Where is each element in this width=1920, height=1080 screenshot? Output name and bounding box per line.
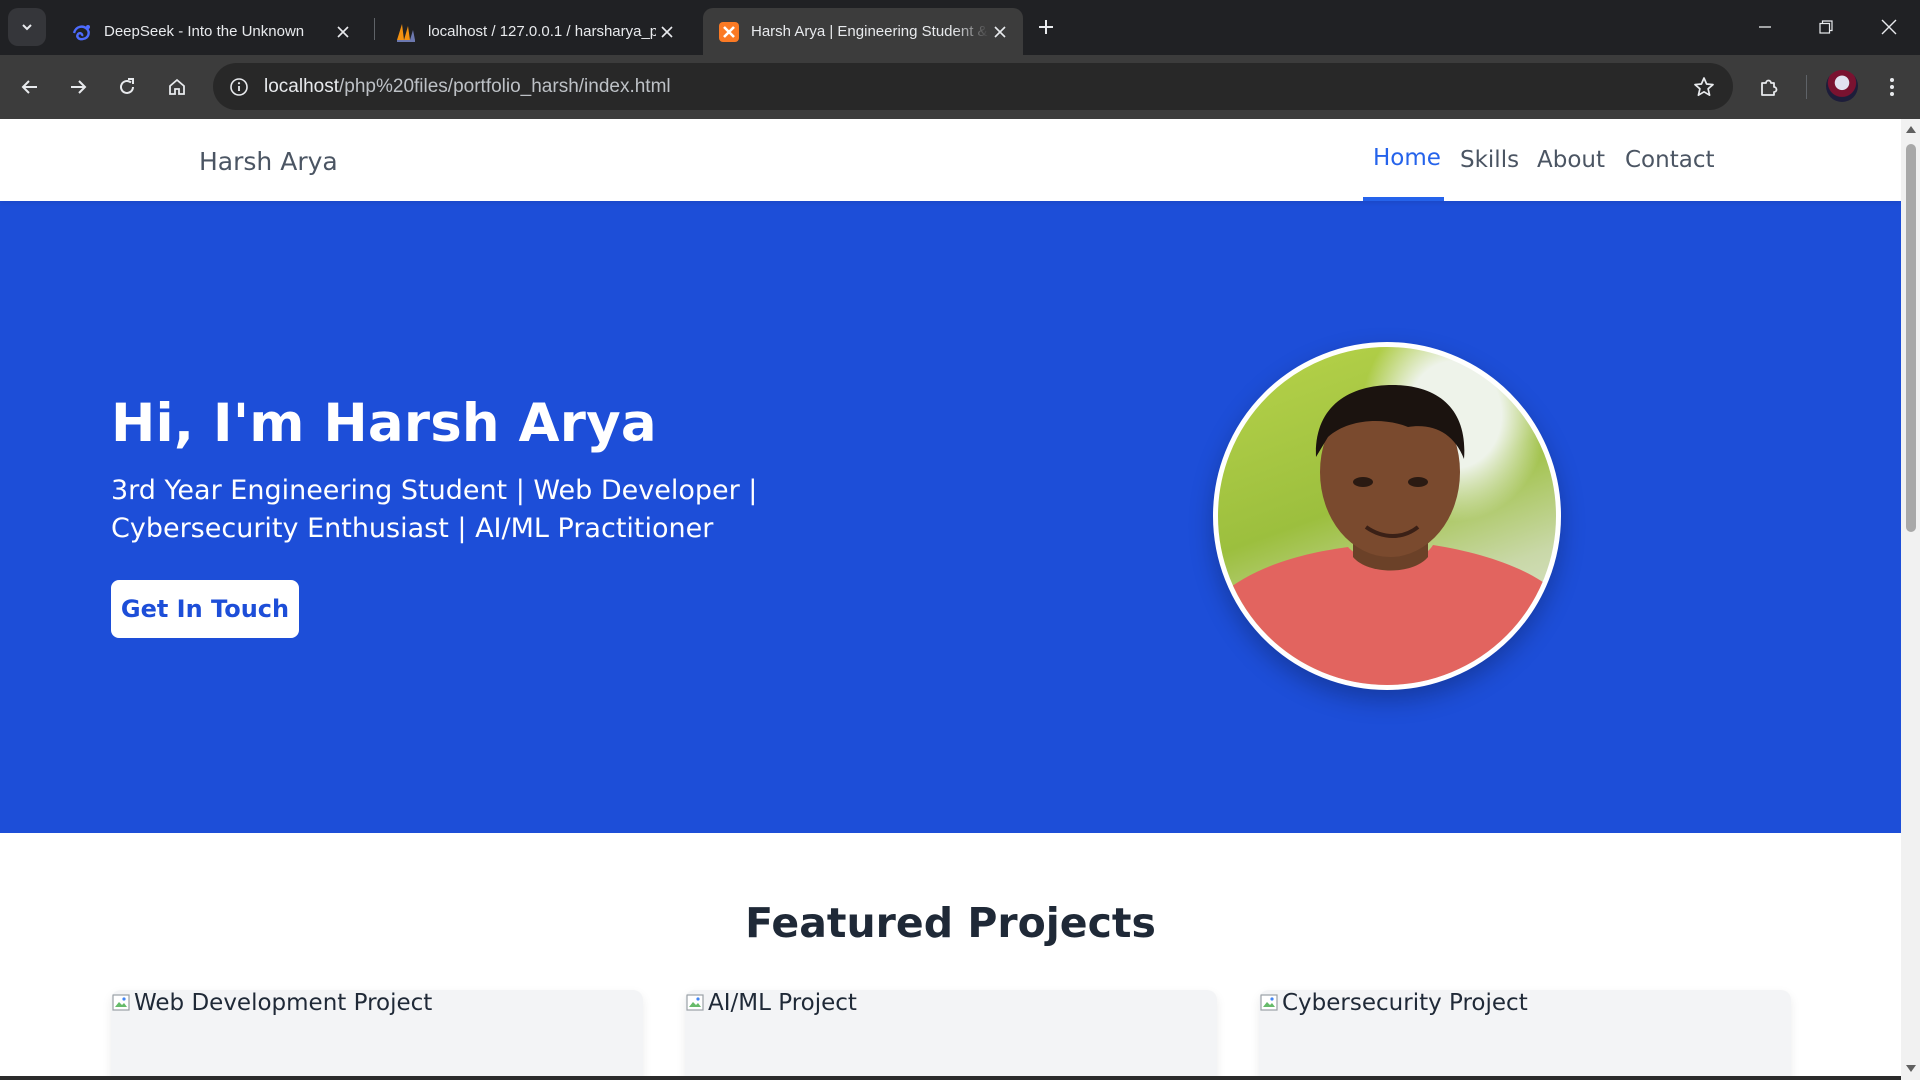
bookmark-star-icon[interactable] (1689, 72, 1719, 102)
close-window-button[interactable] (1869, 8, 1909, 46)
url-text[interactable]: localhost/php%20files/portfolio_harsh/in… (264, 76, 671, 98)
toolbar-divider (1806, 75, 1807, 99)
browser-tab-strip: DeepSeek - Into the Unknown localhost / … (0, 0, 1920, 55)
url-host: localhost (264, 76, 339, 97)
project-image-placeholder: AI/ML Project (685, 990, 857, 1016)
deepseek-whale-icon (71, 21, 93, 43)
extensions-button[interactable] (1749, 67, 1789, 107)
window-bottom-edge (0, 1076, 1901, 1080)
project-image-placeholder: Web Development Project (111, 990, 432, 1016)
broken-image-icon (1260, 994, 1278, 1011)
page-viewport: Harsh Arya Home Skills About Contact Hi,… (0, 119, 1901, 1080)
tab-divider (374, 18, 375, 40)
active-nav-indicator (1363, 197, 1444, 201)
nav-link-about[interactable]: About (1537, 147, 1605, 173)
chevron-down-icon (22, 24, 32, 31)
phpmyadmin-sails-icon (395, 21, 417, 43)
tab-title: DeepSeek - Into the Unknown (104, 23, 305, 40)
browser-toolbar: localhost/php%20files/portfolio_harsh/in… (0, 55, 1920, 119)
hero-section: Hi, I'm Harsh Arya 3rd Year Engineering … (0, 201, 1901, 833)
project-card[interactable]: Web Development Project (111, 990, 643, 1080)
broken-image-icon (112, 994, 130, 1011)
hero-heading: Hi, I'm Harsh Arya (111, 393, 657, 454)
nav-link-home[interactable]: Home (1373, 145, 1441, 171)
tab-search-button[interactable] (8, 8, 46, 46)
get-in-touch-button[interactable]: Get In Touch (111, 580, 299, 638)
vertical-scrollbar[interactable] (1901, 119, 1920, 1080)
close-icon (1881, 19, 1897, 35)
browser-tab-phpmyadmin[interactable]: localhost / 127.0.0.1 / harsharya_p (380, 8, 690, 55)
back-button[interactable] (10, 67, 50, 107)
tab-title: Harsh Arya | Engineering Student & (751, 23, 988, 40)
image-alt-text: Cybersecurity Project (1282, 990, 1528, 1016)
reload-icon (120, 78, 134, 94)
browser-menu-button[interactable] (1872, 67, 1912, 107)
address-bar[interactable]: localhost/php%20files/portfolio_harsh/in… (213, 63, 1733, 110)
forward-button[interactable] (58, 67, 98, 107)
tab-title: localhost / 127.0.0.1 / harsharya_p (428, 23, 656, 40)
home-icon (169, 78, 185, 95)
nav-link-skills[interactable]: Skills (1460, 147, 1519, 173)
nav-link-contact[interactable]: Contact (1625, 147, 1714, 173)
arrow-left-icon (21, 80, 37, 94)
project-card[interactable]: AI/ML Project (685, 990, 1217, 1080)
featured-projects-section: Featured Projects Web Development Projec… (0, 833, 1901, 1080)
plus-icon (1039, 20, 1053, 34)
image-alt-text: AI/ML Project (708, 990, 857, 1016)
reload-button[interactable] (107, 67, 147, 107)
hero-subtitle: 3rd Year Engineering Student | Web Devel… (111, 475, 758, 544)
kebab-menu-icon (1890, 78, 1894, 96)
site-info-icon[interactable] (221, 69, 257, 105)
home-button[interactable] (157, 67, 197, 107)
image-alt-text: Web Development Project (134, 990, 433, 1016)
scroll-up-arrow-icon[interactable] (1905, 123, 1917, 135)
close-icon[interactable] (989, 21, 1011, 43)
project-image-placeholder: Cybersecurity Project (1259, 990, 1528, 1016)
profile-photo-illustration (1218, 385, 1556, 685)
browser-tab-deepseek[interactable]: DeepSeek - Into the Unknown (56, 8, 366, 55)
section-heading: Featured Projects (745, 899, 1156, 947)
url-path: /php%20files/portfolio_harsh/index.html (339, 76, 671, 97)
scroll-down-arrow-icon[interactable] (1905, 1063, 1917, 1075)
browser-tab-portfolio[interactable]: Harsh Arya | Engineering Student & (703, 8, 1023, 55)
profile-avatar[interactable] (1826, 70, 1858, 102)
broken-image-icon (686, 994, 704, 1011)
profile-photo (1213, 342, 1561, 690)
minimize-button[interactable] (1745, 8, 1785, 46)
close-icon[interactable] (656, 21, 678, 43)
minimize-icon (1759, 26, 1771, 28)
restore-button[interactable] (1806, 8, 1846, 46)
puzzle-piece-icon (1761, 79, 1778, 96)
site-brand[interactable]: Harsh Arya (199, 147, 338, 176)
restore-icon (1819, 20, 1833, 34)
project-card[interactable]: Cybersecurity Project (1259, 990, 1791, 1080)
scrollbar-thumb[interactable] (1906, 144, 1916, 532)
site-navbar: Harsh Arya Home Skills About Contact (0, 119, 1901, 201)
new-tab-button[interactable] (1032, 13, 1060, 41)
close-icon[interactable] (332, 21, 354, 43)
arrow-right-icon (71, 80, 87, 94)
xampp-icon (718, 21, 740, 43)
